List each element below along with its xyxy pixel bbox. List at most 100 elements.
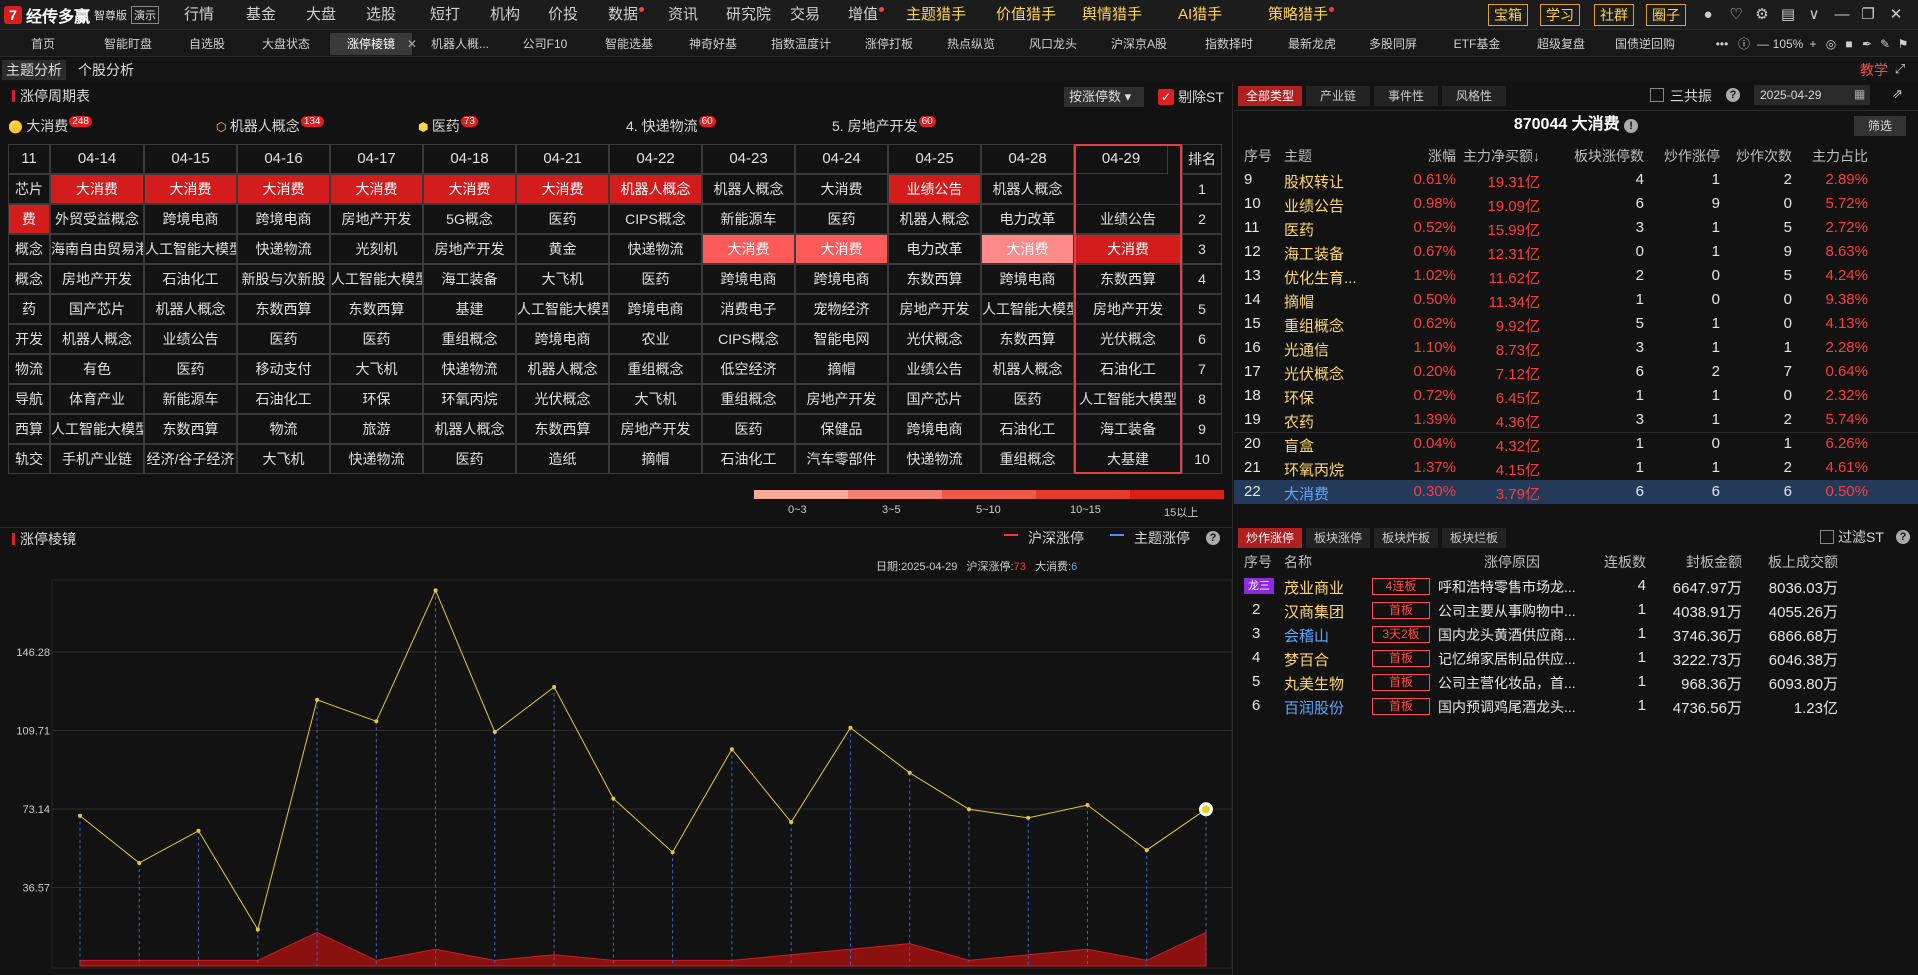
cycle-cell[interactable]: 手机产业链 [50,444,144,474]
help-icon[interactable]: ? [1896,530,1910,544]
cycle-cell[interactable]: 大消费 [1074,234,1182,264]
cycle-cell[interactable]: 智能电网 [795,324,888,354]
sort-select[interactable]: 按涨停数 ▾ [1064,87,1144,107]
brush-icon[interactable]: ✒ [1860,33,1874,55]
right-header-6[interactable]: 炒作次数 [1736,146,1792,166]
window-layout-icon[interactable]: ▤ [1778,5,1798,25]
stock-name[interactable]: 会稽山 [1284,625,1329,646]
cycle-cell[interactable]: 摘帽 [609,444,702,474]
top-theme-0[interactable]: 🟡 大消费 248 [8,116,92,136]
table-row[interactable]: 16 光通信 1.10% 8.73亿 3 1 1 2.28% [1234,336,1918,360]
menu-0[interactable]: 行情 [184,0,214,30]
edit-icon[interactable]: ✎ [1878,33,1892,55]
cycle-cell[interactable]: 快递物流 [609,234,702,264]
subtab-theme-analysis[interactable]: 主题分析 [2,60,66,80]
right-tab-0[interactable]: 全部类型 [1238,86,1302,106]
stock-name[interactable]: 汉商集团 [1284,601,1344,622]
cycle-cell[interactable]: 电力改革 [981,204,1074,234]
tab-10[interactable]: 涨停打板 [852,33,926,55]
restore-icon[interactable]: ❐ [1858,5,1878,25]
bottom-header-5[interactable]: 板上成交额 [1768,552,1838,572]
cycle-cell[interactable]: 物流 [8,354,50,384]
cycle-cell[interactable]: 摘帽 [795,354,888,384]
stock-name[interactable]: 百润股份 [1284,697,1344,718]
cycle-cell[interactable]: 光伏概念 [888,324,981,354]
cycle-cell[interactable]: 外贸受益概念 [50,204,144,234]
cycle-cell[interactable]: 机器人概念 [888,204,981,234]
cycle-cell[interactable]: 光伏概念 [1074,324,1182,354]
cycle-cell[interactable]: 医药 [609,264,702,294]
cycle-cell[interactable]: 新能源车 [702,204,795,234]
cycle-cell[interactable]: 大消费 [144,174,237,204]
menu-15[interactable]: AI猎手 [1178,0,1222,30]
right-header-1[interactable]: 主题 [1284,146,1312,166]
tab-18[interactable]: 超级复盘 [1522,33,1600,55]
menu-7[interactable]: 数据 [608,0,645,30]
cycle-cell[interactable]: 人工智能大模型 [330,264,423,294]
table-row[interactable]: 9 股权转让 0.61% 19.31亿 4 1 2 2.89% [1234,168,1918,192]
top-button-2[interactable]: 社群 [1594,4,1634,26]
tab-4[interactable]: 涨停棱镜 [330,33,412,55]
cycle-cell[interactable]: 机器人概念 [423,414,516,444]
cycle-cell[interactable]: 房地产开发 [888,294,981,324]
cycle-cell[interactable]: 大消费 [795,174,888,204]
cycle-cell[interactable]: 电力改革 [888,234,981,264]
cycle-cell[interactable]: 跨境电商 [609,294,702,324]
cycle-cell[interactable]: 东数西算 [237,294,330,324]
help-icon[interactable]: ? [1726,88,1740,102]
more-tabs-icon[interactable]: ••• [1712,33,1732,55]
cycle-cell[interactable]: 海南自由贸易港 [50,234,144,264]
cycle-cell[interactable]: 跨境电商 [702,264,795,294]
cycle-cell[interactable]: 费 [8,204,50,234]
cycle-cell[interactable]: 环保 [330,384,423,414]
info-icon[interactable]: ! [1624,119,1639,133]
right-header-4[interactable]: 板块涨停数 [1574,146,1644,166]
bottom-header-1[interactable]: 名称 [1284,552,1312,572]
cycle-cell[interactable]: 东数西算 [981,324,1074,354]
cycle-cell[interactable]: 体育产业 [50,384,144,414]
table-cell[interactable]: 光伏概念 [1284,363,1344,384]
cycle-cell[interactable]: 轨交 [8,444,50,474]
cycle-cell[interactable]: 业绩公告 [144,324,237,354]
cycle-cell[interactable]: 机器人概念 [981,354,1074,384]
cycle-cell[interactable]: 人工智能大模型 [50,414,144,444]
table-row[interactable]: 20 盲盒 0.04% 4.32亿 1 0 1 6.26% [1234,432,1918,456]
prism-chart[interactable]: 36.57 73.14 109.71 146.28 [0,572,1232,975]
tab-3[interactable]: 大盘状态 [248,33,324,55]
right-header-0[interactable]: 序号 [1244,146,1272,166]
cycle-cell[interactable]: 医药 [423,444,516,474]
cycle-cell[interactable]: 大飞机 [330,354,423,384]
cycle-cell[interactable]: 房地产开发 [609,414,702,444]
cycle-cell[interactable]: 大飞机 [609,384,702,414]
table-row[interactable]: 13 优化生育... 1.02% 11.62亿 2 0 5 4.24% [1234,264,1918,288]
zoom-in-icon[interactable]: + [1806,33,1820,55]
table-cell[interactable]: 农药 [1284,411,1314,432]
date-header-4[interactable]: 04-17 [330,144,423,174]
table-cell[interactable]: 重组概念 [1284,315,1344,336]
cycle-cell[interactable]: 石油化工 [981,414,1074,444]
cycle-cell[interactable]: 医药 [237,324,330,354]
top-theme-2[interactable]: ⬢ 医药 73 [418,116,478,136]
exclude-st-checkbox[interactable]: ✓ [1158,89,1174,105]
cycle-cell[interactable]: 跨境电商 [981,264,1074,294]
table-row[interactable]: 14 摘帽 0.50% 11.34亿 1 0 0 9.38% [1234,288,1918,312]
cycle-cell[interactable]: 机器人概念 [516,354,609,384]
bottom-header-4[interactable]: 封板金额 [1686,552,1742,572]
bookmark-icon[interactable]: ⚑ [1896,33,1910,55]
cycle-cell[interactable]: 快递物流 [237,234,330,264]
cycle-cell[interactable]: 旅游 [330,414,423,444]
right-header-2[interactable]: 涨幅 [1428,146,1456,166]
cycle-cell[interactable]: 医药 [795,204,888,234]
table-cell[interactable]: 海工装备 [1284,243,1344,264]
table-row[interactable]: 17 光伏概念 0.20% 7.12亿 6 2 7 0.64% [1234,360,1918,384]
cycle-cell[interactable]: 东数西算 [1074,264,1182,294]
stock-name[interactable]: 梦百合 [1284,649,1329,670]
zoom-out-icon[interactable]: — [1756,33,1770,55]
stock-row[interactable]: 龙三 茂业商业 4连板 呼和浩特零售市场龙... 4 6647.97万 8036.03万 [1234,574,1918,598]
cycle-cell[interactable]: 大飞机 [237,444,330,474]
close-icon[interactable]: ✕ [1886,5,1906,25]
collapse-icon[interactable]: ∨ [1804,5,1824,25]
tab-6[interactable]: 公司F10 [510,33,580,55]
table-cell[interactable]: 大消费 [1284,483,1329,504]
tab-12[interactable]: 风口龙头 [1016,33,1090,55]
